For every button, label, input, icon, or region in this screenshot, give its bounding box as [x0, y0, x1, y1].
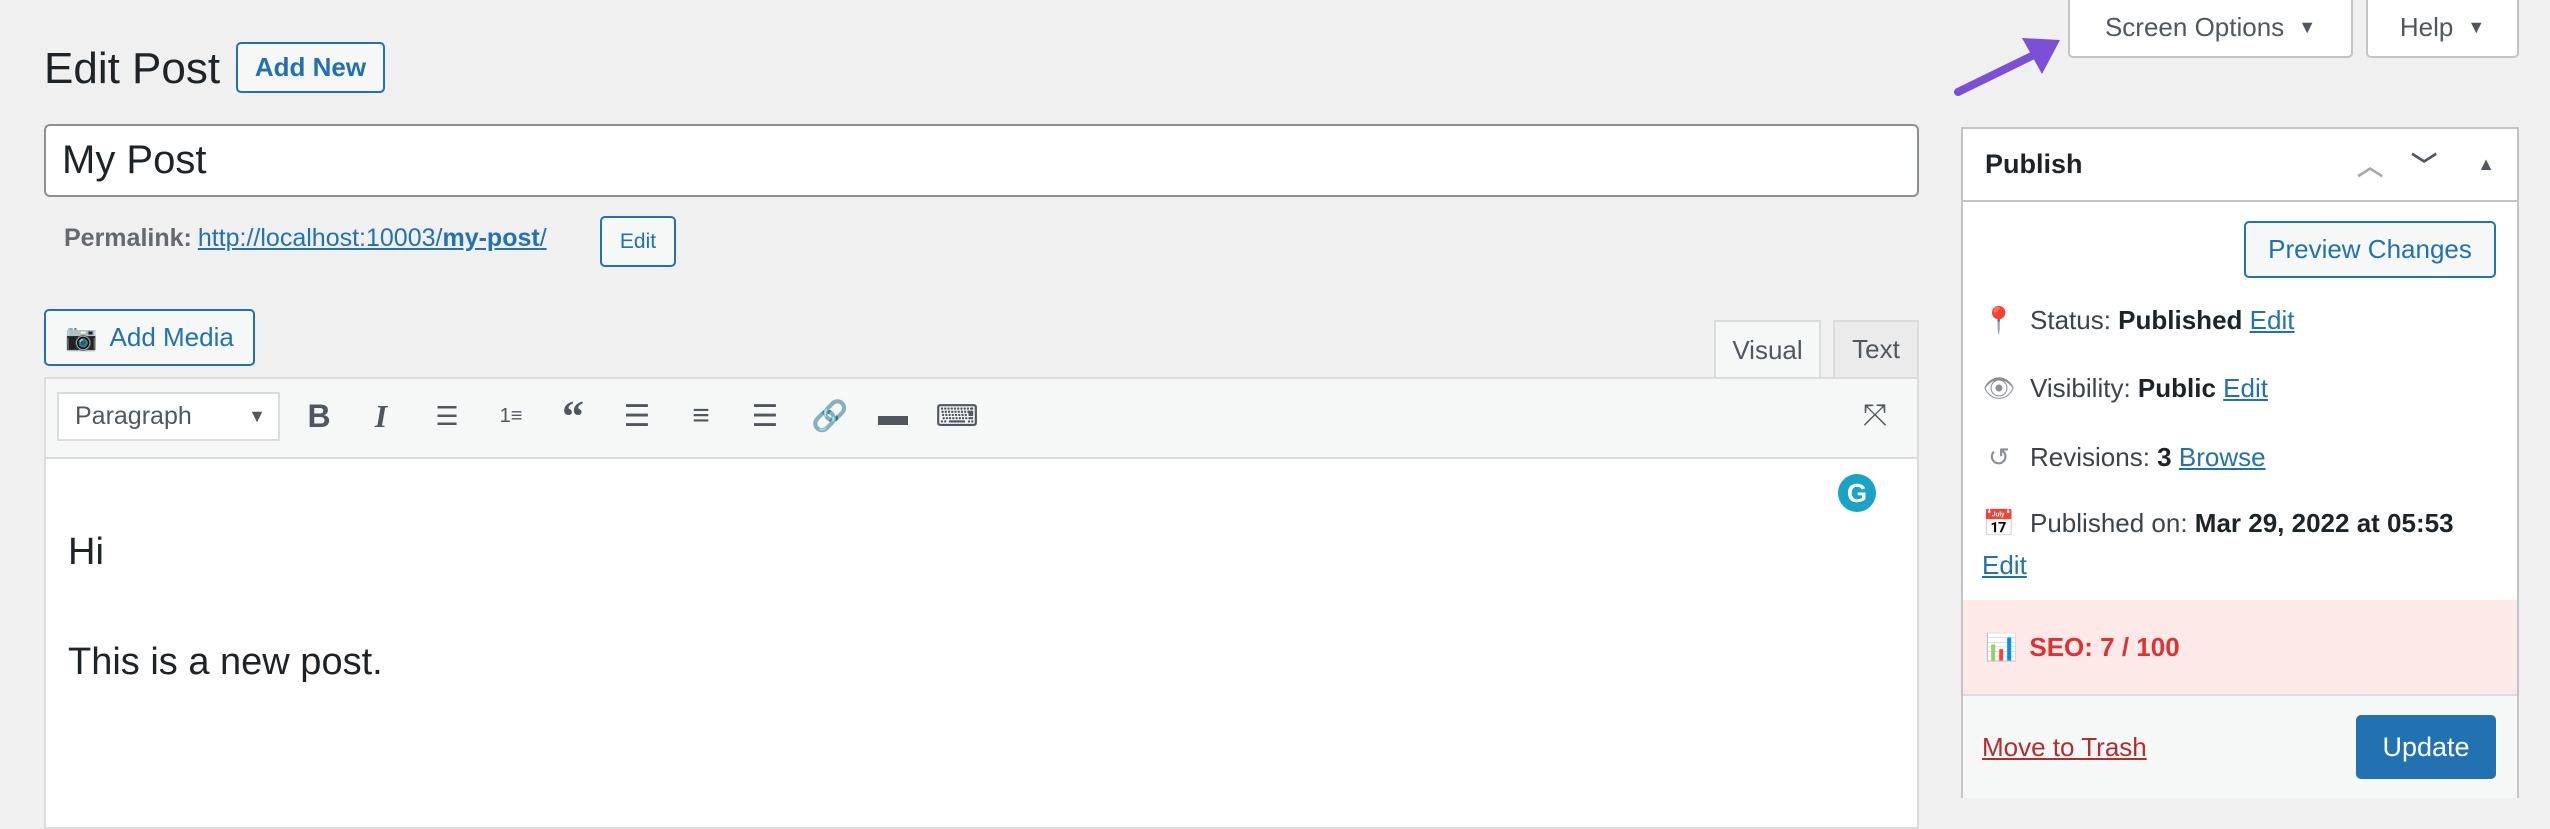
permalink: Permalink: http://localhost:10003/my-pos… [64, 224, 547, 253]
annotation-arrow-icon [1954, 38, 2060, 96]
align-right-icon[interactable]: ☰ [743, 394, 787, 438]
post-title-input[interactable] [44, 124, 1919, 197]
bullet-list-icon[interactable]: ☰ [425, 394, 469, 438]
numbered-list-icon[interactable]: 1≡ [489, 394, 533, 438]
media-icon: 📷 [65, 322, 98, 352]
align-center-icon[interactable]: ≡ [679, 394, 723, 438]
italic-icon[interactable]: I [359, 394, 403, 438]
align-left-icon[interactable]: ☰ [615, 394, 659, 438]
add-media-button[interactable]: 📷 Add Media [44, 309, 255, 366]
bold-icon[interactable]: B [297, 394, 341, 438]
move-to-trash-link[interactable]: Move to Trash [1982, 732, 2147, 763]
page-title: Edit Post [44, 44, 221, 93]
screen-options-button[interactable]: Screen Options ▼ [2068, 0, 2353, 58]
move-down-icon[interactable]: ﹀ [2411, 146, 2437, 183]
tab-visual[interactable]: Visual [1714, 320, 1821, 379]
toolbar-toggle-icon[interactable]: ⌨ [935, 394, 979, 438]
published-edit-link[interactable]: Edit [1982, 550, 2027, 581]
publish-header: Publish ︿ ﹀ ▲ [1963, 129, 2517, 202]
eye-icon: 👁 [1982, 373, 2016, 403]
screen-options-label: Screen Options [2104, 11, 2285, 42]
read-more-icon[interactable]: ▬ [871, 394, 915, 438]
move-up-icon[interactable]: ︿ [2357, 146, 2383, 183]
paragraph: This is a new post. [68, 641, 383, 683]
pin-icon: 📍 [1982, 305, 2016, 335]
link-icon[interactable]: 🔗 [808, 394, 852, 438]
publish-title: Publish [1985, 149, 2083, 179]
rank-math-icon: 📊 [1985, 631, 2018, 662]
seo-band: 📊 SEO: 7 / 100 [1963, 600, 2517, 694]
fullscreen-icon[interactable]: ⤧ [1853, 394, 1897, 438]
seo-score: SEO: 7 / 100 [2029, 631, 2180, 662]
permalink-edit-button[interactable]: Edit [600, 216, 676, 267]
status-row: 📍 Status: Published Edit [1982, 305, 2295, 335]
caret-down-icon: ▼ [2467, 16, 2486, 37]
update-button[interactable]: Update [2356, 715, 2496, 779]
help-button[interactable]: Help ▼ [2366, 0, 2519, 58]
format-select-value: Paragraph [75, 402, 192, 430]
revisions-browse-link[interactable]: Browse [2179, 442, 2266, 472]
history-icon: ↺ [1988, 442, 2010, 472]
revisions-row: ↺ Revisions: 3 Browse [1982, 442, 2266, 473]
add-media-label: Add Media [109, 322, 234, 352]
caret-down-icon: ▼ [2298, 16, 2317, 37]
preview-changes-button[interactable]: Preview Changes [2244, 221, 2496, 278]
published-row: 📅 Published on: Mar 29, 2022 at 05:53 [1982, 508, 2454, 538]
status-edit-link[interactable]: Edit [2250, 305, 2295, 335]
collapse-icon[interactable]: ▲ [2477, 154, 2495, 175]
blockquote-icon[interactable]: “ [551, 392, 595, 441]
add-new-button[interactable]: Add New [236, 42, 385, 93]
visibility-edit-link[interactable]: Edit [2223, 373, 2268, 403]
format-select[interactable]: Paragraph ▼ [57, 392, 280, 441]
caret-down-icon: ▼ [248, 406, 266, 426]
visibility-row: 👁 Visibility: Public Edit [1982, 373, 2268, 403]
editor-content[interactable]: Hi This is a new post. [44, 459, 1919, 829]
permalink-label: Permalink: [64, 224, 192, 252]
tab-text[interactable]: Text [1833, 320, 1919, 377]
grammarly-icon[interactable]: G [1838, 474, 1876, 512]
paragraph: Hi [68, 531, 104, 573]
permalink-link[interactable]: http://localhost:10003/my-post/ [198, 224, 547, 253]
calendar-icon: 📅 [1982, 508, 2016, 538]
help-label: Help [2399, 11, 2454, 42]
